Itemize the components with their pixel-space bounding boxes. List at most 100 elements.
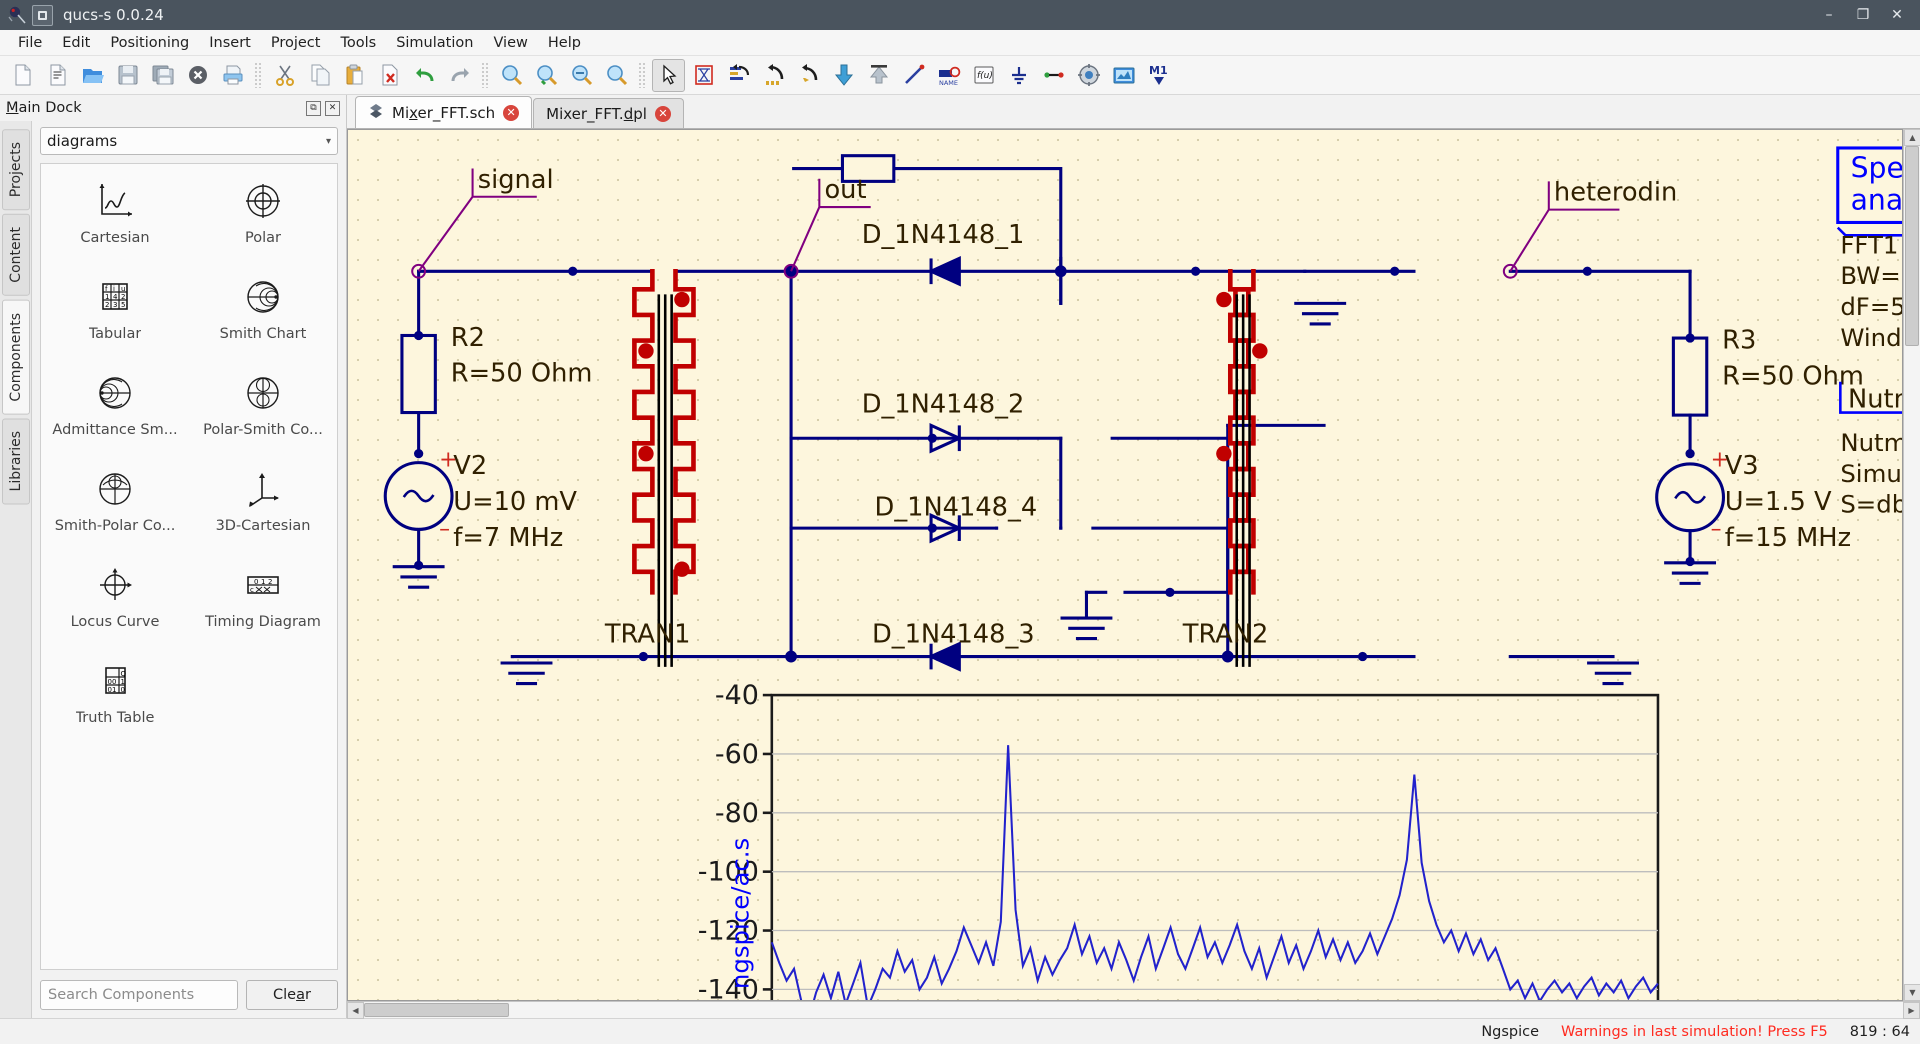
svg-text:1: 1	[121, 678, 125, 686]
hscroll-thumb[interactable]	[364, 1003, 509, 1017]
edit-properties-icon[interactable]	[687, 59, 720, 92]
menu-help[interactable]: Help	[538, 32, 591, 54]
net-label-heterodin: heterodin	[1554, 178, 1677, 208]
hscroll-track[interactable]	[364, 1002, 1903, 1018]
svg-text:Nutmeg: Nutmeg	[1848, 384, 1902, 414]
delete-icon[interactable]	[373, 59, 406, 92]
menu-tools[interactable]: Tools	[330, 32, 386, 54]
redo-icon[interactable]	[443, 59, 476, 92]
component-item-locus-curve[interactable]: Locus Curve	[41, 556, 189, 652]
print-icon[interactable]	[216, 59, 249, 92]
dock-tab-components[interactable]: Components	[1, 299, 30, 415]
dock-tab-projects[interactable]: Projects	[1, 129, 30, 211]
insert-label-icon[interactable]: NAME	[932, 59, 965, 92]
component-item-label: 3D-Cartesian	[215, 518, 311, 534]
open-folder-icon[interactable]	[76, 59, 109, 92]
scroll-left-icon[interactable]: ◀	[347, 1002, 364, 1019]
component-item-cartesian[interactable]: Cartesian	[41, 172, 189, 268]
canvas-horizontal-scrollbar[interactable]: ◀ ▶	[347, 1001, 1920, 1019]
svg-text:TRAN2: TRAN2	[1182, 619, 1269, 649]
insert-ground-icon[interactable]	[1002, 59, 1035, 92]
component-item-timing-diagram[interactable]: 012 c Timing Diagram	[189, 556, 337, 652]
component-item-smith-polar[interactable]: Smith-Polar Co...	[41, 460, 189, 556]
menu-file[interactable]: File	[8, 32, 52, 54]
tab-mixer-fft-sch[interactable]: Mixer_FFT.sch ✕	[355, 96, 533, 128]
rotate-icon[interactable]	[722, 59, 755, 92]
component-item-polar-smith[interactable]: Polar-Smith Co...	[189, 364, 337, 460]
zoom-fit-icon[interactable]	[530, 59, 563, 92]
svg-text:+: +	[439, 447, 457, 472]
window-maximize-button[interactable]: ❐	[1846, 0, 1880, 30]
dock-tab-libraries[interactable]: Libraries	[1, 418, 30, 505]
vscroll-track[interactable]	[1904, 146, 1920, 984]
menu-positioning[interactable]: Positioning	[100, 32, 199, 54]
schematic-canvas[interactable]: signal out heterodin R2 R=50 Ohm V2 U=10…	[347, 129, 1903, 1001]
component-grid: Cartesian Polar fiu142235 Tabular Smith …	[40, 163, 338, 970]
scroll-up-icon[interactable]: ▲	[1904, 129, 1920, 146]
component-item-polar[interactable]: Polar	[189, 172, 337, 268]
component-item-label: Polar	[245, 230, 281, 246]
menu-simulation[interactable]: Simulation	[386, 32, 483, 54]
menu-view[interactable]: View	[483, 32, 537, 54]
new-document-icon[interactable]	[6, 59, 39, 92]
new-text-document-icon[interactable]	[41, 59, 74, 92]
dock-close-button[interactable]: ✕	[325, 100, 340, 116]
tab-close-icon[interactable]: ✕	[503, 104, 520, 121]
view-dataset-icon[interactable]	[1107, 59, 1140, 92]
window-title: qucs-s 0.0.24	[63, 6, 164, 24]
tab-close-icon[interactable]: ✕	[654, 105, 671, 122]
dock-tab-content[interactable]: Content	[1, 214, 30, 296]
paste-icon[interactable]	[338, 59, 371, 92]
truth-table-icon: Q 00 1 01 0	[92, 658, 138, 704]
undo-icon[interactable]	[408, 59, 441, 92]
tab-mixer-fft-dpl[interactable]: Mixer_FFT.dpl ✕	[533, 98, 684, 128]
go-into-subcircuit-icon[interactable]	[827, 59, 860, 92]
save-icon[interactable]	[111, 59, 144, 92]
vscroll-thumb[interactable]	[1905, 146, 1919, 346]
component-item-tabular[interactable]: fiu142235 Tabular	[41, 268, 189, 364]
svg-text:R=50 Ohm: R=50 Ohm	[1722, 361, 1864, 391]
dock-float-button[interactable]: ⧉	[306, 100, 321, 116]
svg-text:Spectrum: Spectrum	[1851, 152, 1902, 185]
zoom-out-icon[interactable]	[565, 59, 598, 92]
insert-port-icon[interactable]	[1037, 59, 1070, 92]
mirror-y-icon[interactable]	[792, 59, 825, 92]
close-document-icon[interactable]	[181, 59, 214, 92]
component-item-admittance-smith[interactable]: Admittance Sm...	[41, 364, 189, 460]
clear-button[interactable]: Clear	[246, 980, 338, 1010]
component-category-combo[interactable]: diagrams ▾	[40, 127, 338, 155]
zoom-in-icon[interactable]	[495, 59, 528, 92]
zoom-one-icon[interactable]	[600, 59, 633, 92]
menu-edit[interactable]: Edit	[52, 32, 100, 54]
window-titlebar: qucs-s 0.0.24 – ❐ ✕	[0, 0, 1920, 30]
cut-icon[interactable]	[268, 59, 301, 92]
menu-project[interactable]: Project	[261, 32, 331, 54]
tab-label: Mixer_FFT.sch	[392, 103, 496, 122]
search-input[interactable]	[40, 980, 238, 1010]
save-all-icon[interactable]	[146, 59, 179, 92]
pop-out-subcircuit-icon[interactable]	[862, 59, 895, 92]
mirror-x-icon[interactable]	[757, 59, 790, 92]
svg-text:1: 1	[261, 578, 265, 586]
simulate-icon[interactable]	[1072, 59, 1105, 92]
component-item-3d-cartesian[interactable]: 3D-Cartesian	[189, 460, 337, 556]
window-minimize-button[interactable]: –	[1812, 0, 1846, 30]
scroll-down-icon[interactable]: ▼	[1904, 984, 1920, 1001]
component-item-truth-table[interactable]: Q 00 1 01 0 Truth Table	[41, 652, 189, 748]
document-tabbar: Mixer_FFT.sch ✕ Mixer_FFT.dpl ✕	[347, 95, 1920, 129]
timing-diagram-icon: 012 c	[240, 562, 286, 608]
canvas-vertical-scrollbar[interactable]: ▲ ▼	[1903, 129, 1920, 1001]
insert-equation-icon[interactable]: f(u)	[967, 59, 1000, 92]
insert-wire-icon[interactable]	[897, 59, 930, 92]
component-item-label: Admittance Sm...	[52, 422, 178, 438]
menu-insert[interactable]: Insert	[199, 32, 261, 54]
scroll-right-icon[interactable]: ▶	[1903, 1002, 1920, 1019]
copy-icon[interactable]	[303, 59, 336, 92]
dock-header: Main Dock ⧉ ✕	[0, 95, 346, 121]
cartesian-3d-icon	[240, 466, 286, 512]
component-item-smith-chart[interactable]: Smith Chart	[189, 268, 337, 364]
smith-chart-icon	[240, 274, 286, 320]
window-close-button[interactable]: ✕	[1880, 0, 1914, 30]
marker-icon[interactable]: M1	[1142, 59, 1175, 92]
select-arrow-icon[interactable]	[652, 58, 685, 92]
